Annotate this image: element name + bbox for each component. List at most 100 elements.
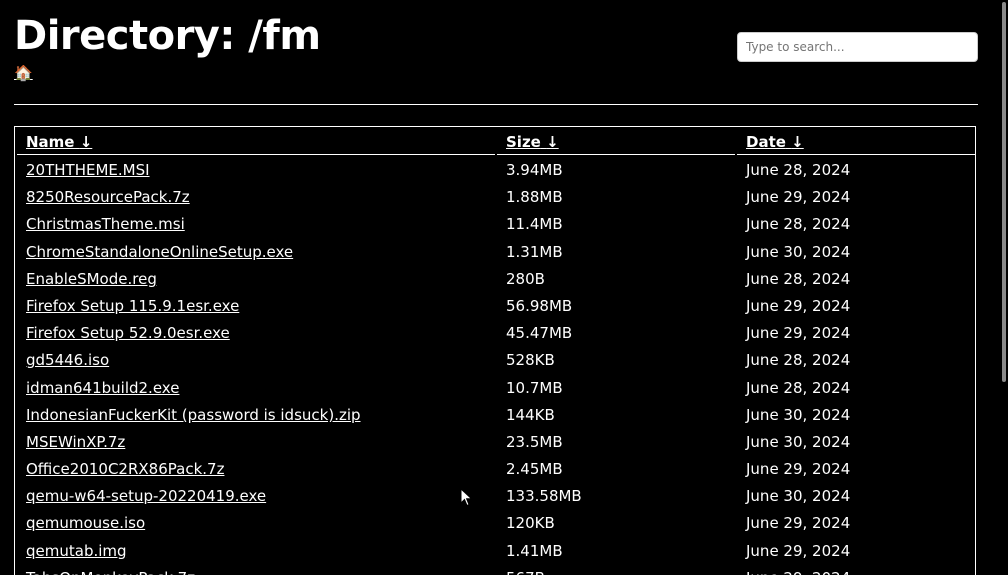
table-row: MSEWinXP.7z 23.5MB June 30, 2024 xyxy=(17,429,973,456)
file-size-cell: 45.47MB xyxy=(506,324,573,343)
file-link[interactable]: ChristmasTheme.msi xyxy=(26,215,185,233)
table-row: ChromeStandaloneOnlineSetup.exe 1.31MB Jun… xyxy=(17,239,973,266)
file-date-cell: June 29, 2024 xyxy=(746,296,851,315)
file-date-cell: June 28, 2024 xyxy=(746,161,851,179)
table-row: gd5446.iso 528KB June 28, 2024 xyxy=(17,347,973,374)
column-date-label: Date xyxy=(746,133,786,151)
file-size-cell: 528KB xyxy=(506,351,555,370)
table-row: Office2010C2RX86Pack.7z 2.45MB June 29, 20… xyxy=(17,456,973,483)
file-size-cell: 1.31MB xyxy=(506,242,563,261)
column-name-label: Name xyxy=(26,133,75,151)
file-link[interactable]: ChromeStandaloneOnlineSetup.exe xyxy=(26,243,293,261)
file-date-cell: June 30, 2024 xyxy=(746,242,851,261)
sort-arrow-icon: ↓ xyxy=(546,133,559,151)
file-size-cell: 23.5MB xyxy=(506,432,563,451)
home-icon[interactable]: 🏠 xyxy=(14,64,33,82)
file-date-cell: June 28, 2024 xyxy=(746,215,851,234)
file-link[interactable]: TabsOnMonkeyPack.7z xyxy=(26,569,195,575)
file-name-cell: 20THTHEME.MSI xyxy=(17,157,495,184)
file-date-cell: June 30, 2024 xyxy=(746,487,851,506)
file-link[interactable]: EnableSMode.reg xyxy=(26,270,157,288)
file-table: Name ↓ Size ↓ Date ↓ 20THTHEME.MSI 3.94MB… xyxy=(14,126,976,575)
scrollbar-thumb[interactable] xyxy=(1002,2,1006,382)
file-name-cell: qemumouse.iso xyxy=(17,510,495,537)
file-size-cell: 1.41MB xyxy=(506,541,563,560)
file-date-cell: June 28, 2024 xyxy=(746,378,851,397)
header-divider xyxy=(14,104,978,105)
file-name-cell: 8250ResourcePack.7z xyxy=(17,184,495,211)
file-name-cell: MSEWinXP.7z xyxy=(17,429,495,456)
file-name-cell: Office2010C2RX86Pack.7z xyxy=(17,456,495,483)
file-date-cell: June 28, 2024 xyxy=(746,351,851,370)
mouse-cursor-icon xyxy=(460,488,473,507)
column-size-label: Size xyxy=(506,133,541,151)
file-link[interactable]: Firefox Setup 52.9.0esr.exe xyxy=(26,324,230,342)
file-size-cell: 144KB xyxy=(506,405,555,424)
file-link[interactable]: qemumouse.iso xyxy=(26,514,145,532)
file-size-cell: 11.4MB xyxy=(506,215,563,234)
sort-arrow-icon: ↓ xyxy=(79,133,93,151)
file-link[interactable]: 20THTHEME.MSI xyxy=(26,161,150,179)
file-size-cell: 133.58MB xyxy=(506,487,582,506)
file-date-cell: June 29, 2024 xyxy=(746,324,851,343)
file-name-cell: TabsOnMonkeyPack.7z xyxy=(17,565,495,575)
file-date-cell: June 29, 2024 xyxy=(746,514,851,533)
table-row: EnableSMode.reg 280B June 28, 2024 xyxy=(17,266,973,293)
file-size-cell: 56.98MB xyxy=(506,296,573,315)
table-row: qemu-w64-setup-20220419.exe 133.58MB June … xyxy=(17,483,973,510)
table-row: idman641build2.exe 10.7MB June 28, 2024 xyxy=(17,375,973,402)
file-link[interactable]: idman641build2.exe xyxy=(26,379,179,397)
file-link[interactable]: gd5446.iso xyxy=(26,351,109,369)
table-row: Firefox Setup 115.9.1esr.exe 56.98MB June … xyxy=(17,293,973,320)
file-name-cell: IndonesianFuckerKit (password is idsuck)… xyxy=(17,402,495,429)
file-name-cell: idman641build2.exe xyxy=(17,375,495,402)
sort-by-size-link[interactable]: Size ↓ xyxy=(506,133,559,151)
file-name-cell: EnableSMode.reg xyxy=(17,266,495,293)
file-date-cell: June 30, 2024 xyxy=(746,432,851,451)
page-scrollbar[interactable] xyxy=(1000,0,1008,575)
sort-by-name-link[interactable]: Name ↓ xyxy=(26,133,92,151)
file-name-cell: ChromeStandaloneOnlineSetup.exe xyxy=(17,239,495,266)
table-body: 20THTHEME.MSI 3.94MB June 28, 2024 8250Reso… xyxy=(17,157,973,575)
column-header-name: Name ↓ xyxy=(17,129,495,155)
file-name-cell: qemutab.img xyxy=(17,538,495,565)
file-link[interactable]: qemutab.img xyxy=(26,542,127,560)
file-link[interactable]: MSEWinXP.7z xyxy=(26,433,125,451)
file-date-cell: June 29, 2024 xyxy=(737,565,975,575)
file-size-cell: 2.45MB xyxy=(506,460,563,479)
directory-listing-page: Directory: /fm 🏠 Name ↓ Size ↓ Date ↓ 20… xyxy=(0,0,1008,575)
search-input[interactable] xyxy=(737,32,978,62)
file-date-cell: June 28, 2024 xyxy=(746,269,851,288)
file-date-cell: June 29, 2024 xyxy=(746,188,851,207)
file-name-cell: qemu-w64-setup-20220419.exe xyxy=(17,483,495,510)
file-size-cell: 120KB xyxy=(506,514,555,533)
file-size-cell: 1.88MB xyxy=(506,188,563,207)
table-row: IndonesianFuckerKit (password is idsuck)… xyxy=(17,402,973,429)
file-link[interactable]: Office2010C2RX86Pack.7z xyxy=(26,460,224,478)
sort-arrow-icon: ↓ xyxy=(791,133,804,151)
table-row: Firefox Setup 52.9.0esr.exe 45.47MB June 2… xyxy=(17,320,973,347)
column-header-date: Date ↓ xyxy=(737,129,975,155)
file-name-cell: gd5446.iso xyxy=(17,347,495,374)
file-name-cell: Firefox Setup 52.9.0esr.exe xyxy=(17,320,495,347)
file-name-cell: Firefox Setup 115.9.1esr.exe xyxy=(17,293,495,320)
file-size-cell: 3.94MB xyxy=(506,161,563,179)
table-row: ChristmasTheme.msi 11.4MB June 28, 2024 xyxy=(17,211,973,238)
table-row: 8250ResourcePack.7z 1.88MB June 29, 2024 xyxy=(17,184,973,211)
file-name-cell: ChristmasTheme.msi xyxy=(17,211,495,238)
file-size-cell: 567B xyxy=(497,565,735,575)
page-title: Directory: /fm xyxy=(14,13,321,59)
table-row: qemutab.img 1.41MB June 29, 2024 xyxy=(17,538,973,565)
sort-by-date-link[interactable]: Date ↓ xyxy=(746,133,804,151)
file-date-cell: June 29, 2024 xyxy=(746,460,851,479)
file-link[interactable]: Firefox Setup 115.9.1esr.exe xyxy=(26,297,239,315)
file-date-cell: June 30, 2024 xyxy=(746,405,851,424)
table-row: TabsOnMonkeyPack.7z 567BJune 29, 2024 xyxy=(17,565,973,575)
file-link[interactable]: IndonesianFuckerKit (password is idsuck)… xyxy=(26,406,361,424)
file-date-cell: June 29, 2024 xyxy=(746,541,851,560)
file-link[interactable]: qemu-w64-setup-20220419.exe xyxy=(26,487,266,505)
table-row: qemumouse.iso 120KB June 29, 2024 xyxy=(17,510,973,537)
file-size-cell: 280B xyxy=(506,269,545,288)
table-row: 20THTHEME.MSI 3.94MB June 28, 2024 xyxy=(17,157,973,184)
file-link[interactable]: 8250ResourcePack.7z xyxy=(26,188,190,206)
